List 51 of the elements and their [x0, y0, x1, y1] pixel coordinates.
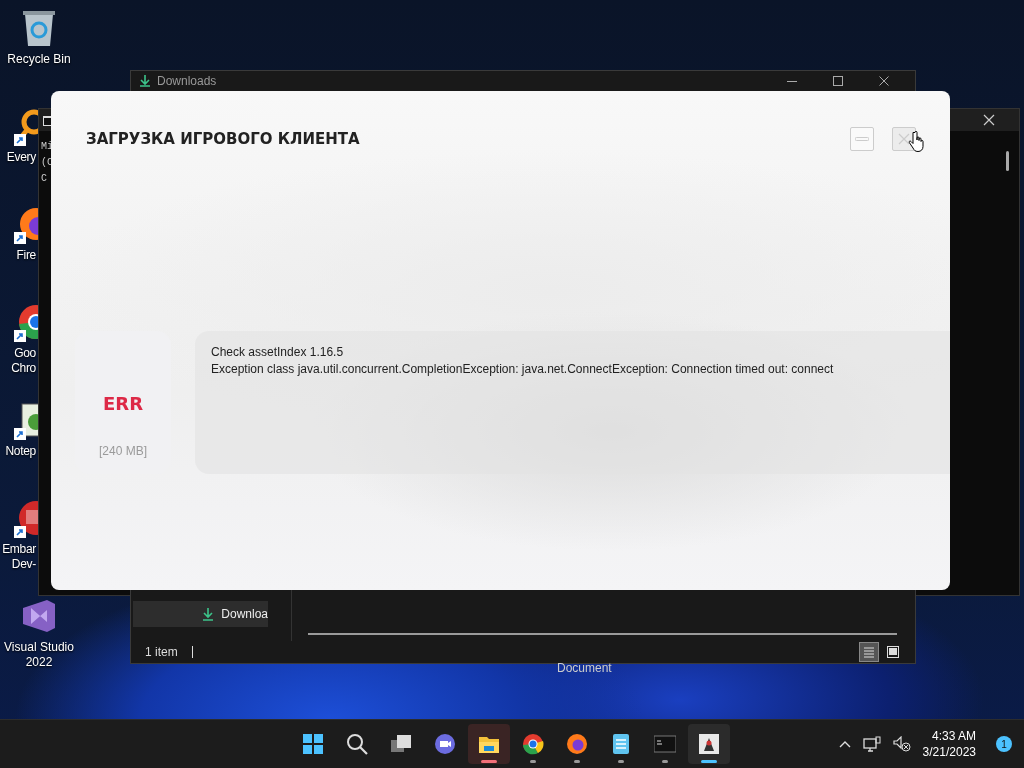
details-view-icon [861, 644, 877, 660]
close-icon [879, 76, 889, 86]
close-icon [898, 133, 910, 145]
shortcut-arrow-icon [14, 134, 26, 146]
icon-label[interactable]: Notep [0, 442, 36, 461]
shortcut-arrow-icon [14, 232, 26, 244]
shortcut-arrow-icon [14, 526, 26, 538]
muted-speaker-icon[interactable] [892, 736, 911, 752]
icon-label[interactable]: Every [0, 148, 36, 167]
start-icon [302, 733, 324, 755]
window-title: Downloads [157, 74, 218, 88]
notepad-icon [610, 733, 632, 755]
notification-badge[interactable]: 1 [996, 736, 1012, 752]
dialog-title: ЗАГРУЗКА ИГРОВОГО КЛИЕНТА [86, 130, 360, 148]
console-text: Mi [41, 141, 53, 153]
search-icon [346, 733, 368, 755]
mouse-pointer-icon [908, 131, 924, 153]
shortcut-arrow-icon [14, 330, 26, 342]
icon-label[interactable]: Recycle Bin [7, 50, 71, 69]
minimize-icon [855, 137, 869, 141]
icon-label[interactable]: Visual Studio 2022 [4, 638, 74, 672]
icon-label[interactable]: Embar Dev- [0, 540, 36, 574]
close-icon [983, 114, 995, 126]
taskbar-button[interactable] [468, 724, 510, 764]
clock-date[interactable]: 3/21/2023 [922, 745, 976, 759]
chevron-up-icon[interactable] [838, 740, 851, 748]
sidebar-item[interactable]: Downloa [133, 601, 268, 627]
download-size: [240 MB] [99, 444, 147, 458]
task-view-icon [390, 733, 412, 755]
scrollbar-thumb[interactable] [1006, 151, 1009, 171]
item-count: 1 item [145, 645, 178, 659]
taskbar-button[interactable] [688, 724, 730, 764]
icon-label[interactable]: Fire [0, 246, 36, 265]
firefox-icon [566, 733, 588, 755]
file-label: Document [557, 661, 612, 675]
terminal-icon [654, 733, 676, 755]
download-icon [201, 607, 216, 621]
shortcut-arrow-icon [14, 428, 26, 440]
log-text: Check assetIndex 1.16.5 [211, 345, 345, 360]
error-status: ERR [103, 393, 143, 414]
chrome-icon [522, 733, 544, 755]
console-text: C [41, 173, 48, 185]
tiles-view-icon [885, 644, 901, 660]
download-icon [139, 75, 151, 87]
clock-time[interactable]: 4:33 AM [931, 729, 976, 743]
chat-icon [434, 733, 456, 755]
maximize-icon [833, 76, 843, 86]
icon-label[interactable]: Goo Chro [0, 344, 36, 378]
network-icon[interactable] [862, 736, 881, 752]
status-divider [191, 646, 193, 658]
log-text: Exception class java.util.concurrent.CompletionException: java.net.ConnectException: Connection timed out: connect [211, 362, 835, 377]
